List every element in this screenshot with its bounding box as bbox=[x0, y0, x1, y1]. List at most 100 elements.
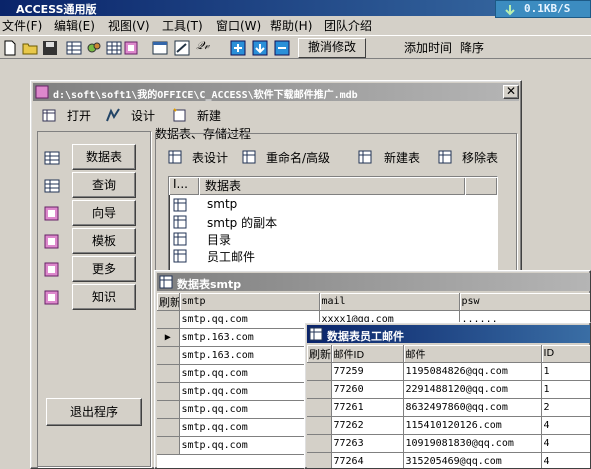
table-cell[interactable]: smtp.qq.com bbox=[179, 418, 320, 437]
menu-team[interactable]: 团队介绍 bbox=[324, 17, 372, 34]
row-selector[interactable] bbox=[157, 310, 180, 329]
grid-icon[interactable] bbox=[106, 40, 122, 56]
column-header-mail[interactable]: mail bbox=[319, 293, 460, 311]
table-cell[interactable]: smtp.qq.com bbox=[179, 382, 320, 401]
add-time-button[interactable]: 添加时间 bbox=[404, 39, 452, 56]
row-selector[interactable] bbox=[157, 382, 180, 401]
menu-tools[interactable]: 工具(T) bbox=[162, 17, 203, 34]
table-cell[interactable]: smtp.qq.com bbox=[179, 364, 320, 383]
new-table-button[interactable]: 新建表 bbox=[384, 149, 420, 166]
row-selector[interactable] bbox=[307, 452, 332, 468]
table-cell[interactable]: 77261 bbox=[331, 398, 404, 417]
down-icon[interactable] bbox=[252, 40, 268, 56]
table-cell[interactable]: 77262 bbox=[331, 416, 404, 435]
design-button[interactable]: 设计 bbox=[131, 107, 155, 124]
query-icon[interactable] bbox=[86, 40, 102, 56]
current-row-indicator[interactable]: ▶ bbox=[157, 328, 180, 347]
close-button[interactable]: ✕ bbox=[503, 85, 519, 99]
table-cell[interactable]: 1195084826@qq.com bbox=[403, 362, 542, 381]
table-cell[interactable]: smtp.qq.com bbox=[179, 310, 320, 329]
table-cell[interactable]: 315205469@qq.com bbox=[403, 452, 542, 468]
undo-changes-button[interactable]: 撤消修改 bbox=[298, 38, 366, 58]
table-row[interactable]: 77262 115410120126.com 4 bbox=[307, 416, 590, 435]
table-cell[interactable]: smtp.qq.com bbox=[179, 400, 320, 419]
nav-wizard-button[interactable]: 向导 bbox=[72, 200, 136, 226]
refresh-button[interactable]: 刷新 bbox=[157, 293, 180, 311]
table-row[interactable]: 77263 10919081830@qq.com 4 bbox=[307, 434, 590, 453]
column-header-mail[interactable]: 邮件 bbox=[403, 345, 542, 363]
table-cell[interactable]: 10919081830@qq.com bbox=[403, 434, 542, 453]
table-icon[interactable] bbox=[66, 40, 82, 56]
exit-button[interactable]: 退出程序 bbox=[46, 398, 142, 426]
nav-query-button[interactable]: 查询 bbox=[72, 172, 136, 198]
list-item[interactable]: smtp bbox=[173, 197, 373, 214]
table-row[interactable]: 77259 1195084826@qq.com 1 bbox=[307, 362, 590, 381]
list-item[interactable]: 目录 bbox=[173, 231, 373, 248]
list-header-id[interactable]: I... bbox=[169, 177, 199, 195]
remove-table-button[interactable]: 移除表 bbox=[462, 149, 498, 166]
table-cell[interactable]: smtp.qq.com bbox=[179, 436, 320, 455]
new-button[interactable]: 新建 bbox=[197, 107, 221, 124]
row-selector[interactable] bbox=[307, 380, 332, 399]
menu-file[interactable]: 文件(F) bbox=[2, 17, 42, 34]
row-selector[interactable] bbox=[307, 362, 332, 381]
nav-template-button[interactable]: 模板 bbox=[72, 228, 136, 254]
open-button[interactable]: 打开 bbox=[67, 107, 91, 124]
table-cell[interactable]: 1 bbox=[541, 380, 590, 399]
column-header-id[interactable]: ID bbox=[541, 345, 590, 363]
add-icon[interactable] bbox=[230, 40, 246, 56]
save-icon[interactable] bbox=[42, 40, 58, 56]
design-icon[interactable] bbox=[105, 107, 121, 123]
row-selector[interactable] bbox=[307, 398, 332, 417]
table-cell[interactable]: smtp.163.com bbox=[179, 346, 320, 365]
row-selector[interactable] bbox=[157, 400, 180, 419]
table-cell[interactable]: 4 bbox=[541, 452, 590, 468]
row-selector[interactable] bbox=[307, 434, 332, 453]
row-selector[interactable] bbox=[157, 436, 180, 455]
new-file-icon[interactable] bbox=[2, 40, 18, 56]
relation-icon[interactable] bbox=[174, 40, 190, 56]
open-folder-icon[interactable] bbox=[22, 40, 38, 56]
open-icon[interactable] bbox=[41, 107, 57, 123]
row-selector[interactable] bbox=[157, 364, 180, 383]
table-row[interactable]: 77260 2291488120@qq.com 1 bbox=[307, 380, 590, 399]
table-cell[interactable]: 77264 bbox=[331, 452, 404, 468]
nav-tables-button[interactable]: 数据表 bbox=[72, 144, 136, 170]
table-cell[interactable]: 115410120126.com bbox=[403, 416, 542, 435]
remove-icon[interactable] bbox=[274, 40, 290, 56]
row-selector[interactable] bbox=[157, 346, 180, 365]
table-design-button[interactable]: 表设计 bbox=[192, 149, 228, 166]
table-cell[interactable]: 4 bbox=[541, 434, 590, 453]
table-cell[interactable]: smtp.163.com bbox=[179, 328, 320, 347]
row-selector[interactable] bbox=[307, 416, 332, 435]
list-item[interactable]: 员工邮件 bbox=[173, 248, 373, 265]
table-cell[interactable]: 77260 bbox=[331, 380, 404, 399]
row-selector[interactable] bbox=[157, 418, 180, 437]
table-row[interactable]: 77261 8632497860@qq.com 2 bbox=[307, 398, 590, 417]
table-cell[interactable]: 2 bbox=[541, 398, 590, 417]
form-icon[interactable] bbox=[124, 40, 140, 56]
column-header-mail-id[interactable]: 邮件ID bbox=[331, 345, 404, 363]
list-item[interactable]: smtp 的副本 bbox=[173, 214, 373, 231]
table-cell[interactable]: 8632497860@qq.com bbox=[403, 398, 542, 417]
list-header-table[interactable]: 数据表 bbox=[199, 177, 465, 195]
table-cell[interactable]: 77263 bbox=[331, 434, 404, 453]
column-header-smtp[interactable]: smtp bbox=[179, 293, 320, 311]
rename-advanced-button[interactable]: 重命名/高级 bbox=[266, 149, 330, 166]
menu-window[interactable]: 窗口(W) bbox=[216, 17, 261, 34]
table-cell[interactable]: 2291488120@qq.com bbox=[403, 380, 542, 399]
column-header-psw[interactable]: psw bbox=[459, 293, 590, 311]
window-icon[interactable] bbox=[152, 40, 168, 56]
new-icon[interactable] bbox=[171, 107, 187, 123]
menu-edit[interactable]: 编辑(E) bbox=[54, 17, 95, 34]
refresh-button[interactable]: 刷新 bbox=[307, 345, 332, 363]
table-cell[interactable]: 77259 bbox=[331, 362, 404, 381]
table-row[interactable]: 77264 315205469@qq.com 4 bbox=[307, 452, 590, 468]
vba-icon[interactable]: 𝒬𝓋 bbox=[196, 39, 209, 53]
menu-view[interactable]: 视图(V) bbox=[108, 17, 150, 34]
sort-desc-button[interactable]: 降序 bbox=[460, 39, 484, 56]
menu-help[interactable]: 帮助(H) bbox=[270, 17, 312, 34]
nav-more-button[interactable]: 更多 bbox=[72, 256, 136, 282]
nav-knowledge-button[interactable]: 知识 bbox=[72, 284, 136, 310]
table-cell[interactable]: 4 bbox=[541, 416, 590, 435]
